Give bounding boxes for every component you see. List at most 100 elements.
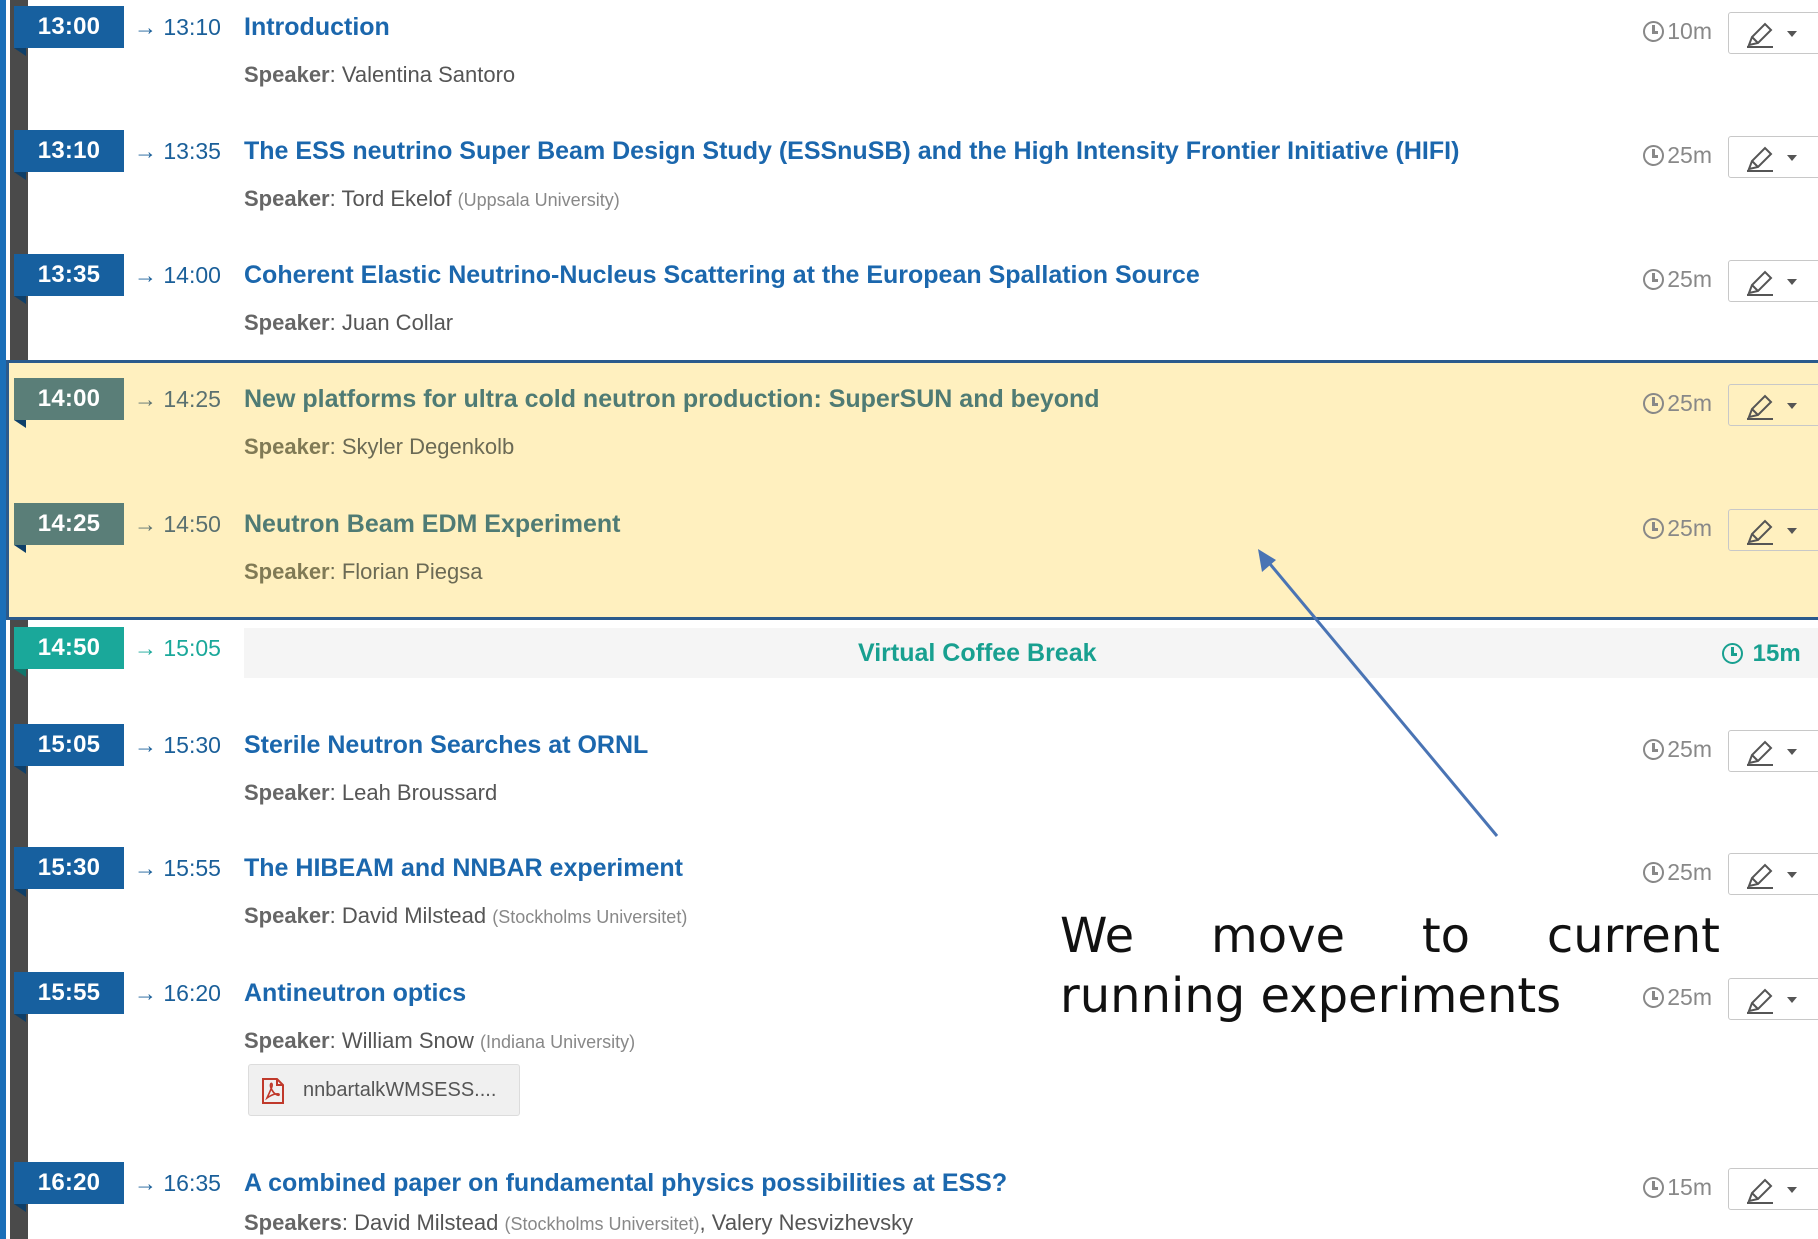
clock-icon [1643,393,1665,414]
clock-icon [1643,21,1665,42]
duration: 25m [1643,134,1712,176]
speaker-line: Speaker: Florian Piegsa [244,559,483,584]
speaker-label: Speaker [244,310,330,335]
start-time: 14:25 [14,503,124,553]
speaker-name[interactable]: Skyler Degenkolb [342,434,514,459]
speaker-label: Speaker [244,434,330,459]
contribution-title[interactable]: The ESS neutrino Super Beam Design Study… [244,130,1459,172]
chevron-down-icon [1787,403,1797,409]
end-time: → 13:35 [134,138,221,164]
pencil-icon [1747,988,1773,1014]
end-time: → 14:00 [134,262,221,288]
break-start-time: 14:50 [14,627,124,677]
clock-icon [1722,643,1743,664]
start-time: 16:20 [14,1162,124,1212]
pencil-icon [1747,740,1773,766]
duration: 25m [1643,382,1712,424]
chevron-down-icon [1787,528,1797,534]
contribution-title[interactable]: Neutron Beam EDM Experiment [244,503,620,545]
speaker-name[interactable]: David Milstead [354,1210,498,1235]
contribution-title[interactable]: Antineutron optics [244,972,466,1014]
speaker-name[interactable]: Valentina Santoro [342,62,515,87]
duration: 25m [1643,851,1712,893]
speaker-affiliation: (Indiana University) [480,1032,636,1052]
contribution-title[interactable]: A combined paper on fundamental physics … [244,1162,1007,1204]
attachment-button[interactable]: nnbartalkWMSESS.... [248,1064,520,1116]
contribution-title[interactable]: Coherent Elastic Neutrino-Nucleus Scatte… [244,254,1200,296]
edit-dropdown-button[interactable] [1728,509,1818,551]
edit-dropdown-button[interactable] [1728,12,1818,54]
start-time: 15:30 [14,847,124,897]
edit-dropdown-button[interactable] [1728,136,1818,178]
break-title[interactable]: Virtual Coffee Break [858,628,1097,678]
end-time: → 15:55 [134,855,221,881]
chevron-down-icon [1787,31,1797,37]
chevron-down-icon [1787,997,1797,1003]
speaker-affiliation: (Uppsala University) [457,190,620,210]
speaker-line: Speaker: Valentina Santoro [244,62,516,87]
pencil-icon [1747,394,1773,420]
annotation-text: We move to current running experiments [1060,908,1720,1024]
contribution-title[interactable]: New platforms for ultra cold neutron pro… [244,378,1100,420]
edit-dropdown-button[interactable] [1728,260,1818,302]
speaker-name[interactable]: Leah Broussard [342,780,497,805]
edit-dropdown-button[interactable] [1728,978,1818,1020]
speaker-label: Speaker [244,559,330,584]
start-time: 13:35 [14,254,124,304]
pencil-icon [1747,146,1773,172]
chevron-down-icon [1787,1187,1797,1193]
speaker-name[interactable]: Florian Piegsa [342,559,483,584]
edit-dropdown-button[interactable] [1728,853,1818,895]
attachment-filename: nnbartalkWMSESS.... [303,1079,497,1101]
start-time: 15:05 [14,724,124,774]
edit-dropdown-button[interactable] [1728,384,1818,426]
clock-icon [1643,1177,1665,1198]
contribution-title[interactable]: The HIBEAM and NNBAR experiment [244,847,683,889]
duration: 25m [1643,258,1712,300]
speaker-label: Speaker [244,186,330,211]
speaker-line: Speaker: David Milstead (Stockholms Univ… [244,903,688,928]
duration: 25m [1643,507,1712,549]
pencil-icon [1747,270,1773,296]
end-time: → 16:35 [134,1170,221,1196]
speaker-line: Speakers: David Milstead (Stockholms Uni… [244,1210,914,1235]
start-time: 15:55 [14,972,124,1022]
clock-icon [1643,739,1665,760]
speaker-name[interactable]: William Snow [342,1028,474,1053]
speaker-name[interactable]: David Milstead [342,903,486,928]
pencil-icon [1747,22,1773,48]
duration: 15m [1643,1166,1712,1208]
break-duration: 15m [1722,630,1801,678]
speaker-name[interactable]: Juan Collar [342,310,453,335]
pdf-file-icon [262,1078,284,1104]
pencil-icon [1747,1178,1773,1204]
end-time: → 13:10 [134,14,221,40]
start-time: 14:00 [14,378,124,428]
chevron-down-icon [1787,155,1797,161]
chevron-down-icon [1787,872,1797,878]
contribution-title[interactable]: Introduction [244,6,390,48]
speaker-label: Speaker [244,780,330,805]
speaker-name[interactable]: Tord Ekelof [341,186,451,211]
contribution-title[interactable]: Sterile Neutron Searches at ORNL [244,724,648,766]
start-time: 13:00 [14,6,124,56]
end-time: → 14:50 [134,511,221,537]
speaker-line: Speaker: William Snow (Indiana Universit… [244,1028,636,1053]
speaker-affiliation: (Stockholms Universitet) [504,1214,700,1234]
clock-icon [1643,518,1665,539]
speaker-line: Speaker: Tord Ekelof (Uppsala University… [244,186,620,211]
speaker-line: Speaker: Skyler Degenkolb [244,434,515,459]
clock-icon [1643,145,1665,166]
edit-dropdown-button[interactable] [1728,730,1818,772]
speaker-label: Speakers [244,1210,342,1235]
pencil-icon [1747,863,1773,889]
duration: 25m [1643,728,1712,770]
speaker-label: Speaker [244,62,330,87]
clock-icon [1643,269,1665,290]
start-time: 13:10 [14,130,124,180]
duration: 10m [1643,10,1712,52]
speaker-name-2[interactable]: , Valery Nesvizhevsky [700,1210,914,1235]
clock-icon [1643,862,1665,883]
edit-dropdown-button[interactable] [1728,1168,1818,1210]
end-time: → 14:25 [134,386,221,412]
